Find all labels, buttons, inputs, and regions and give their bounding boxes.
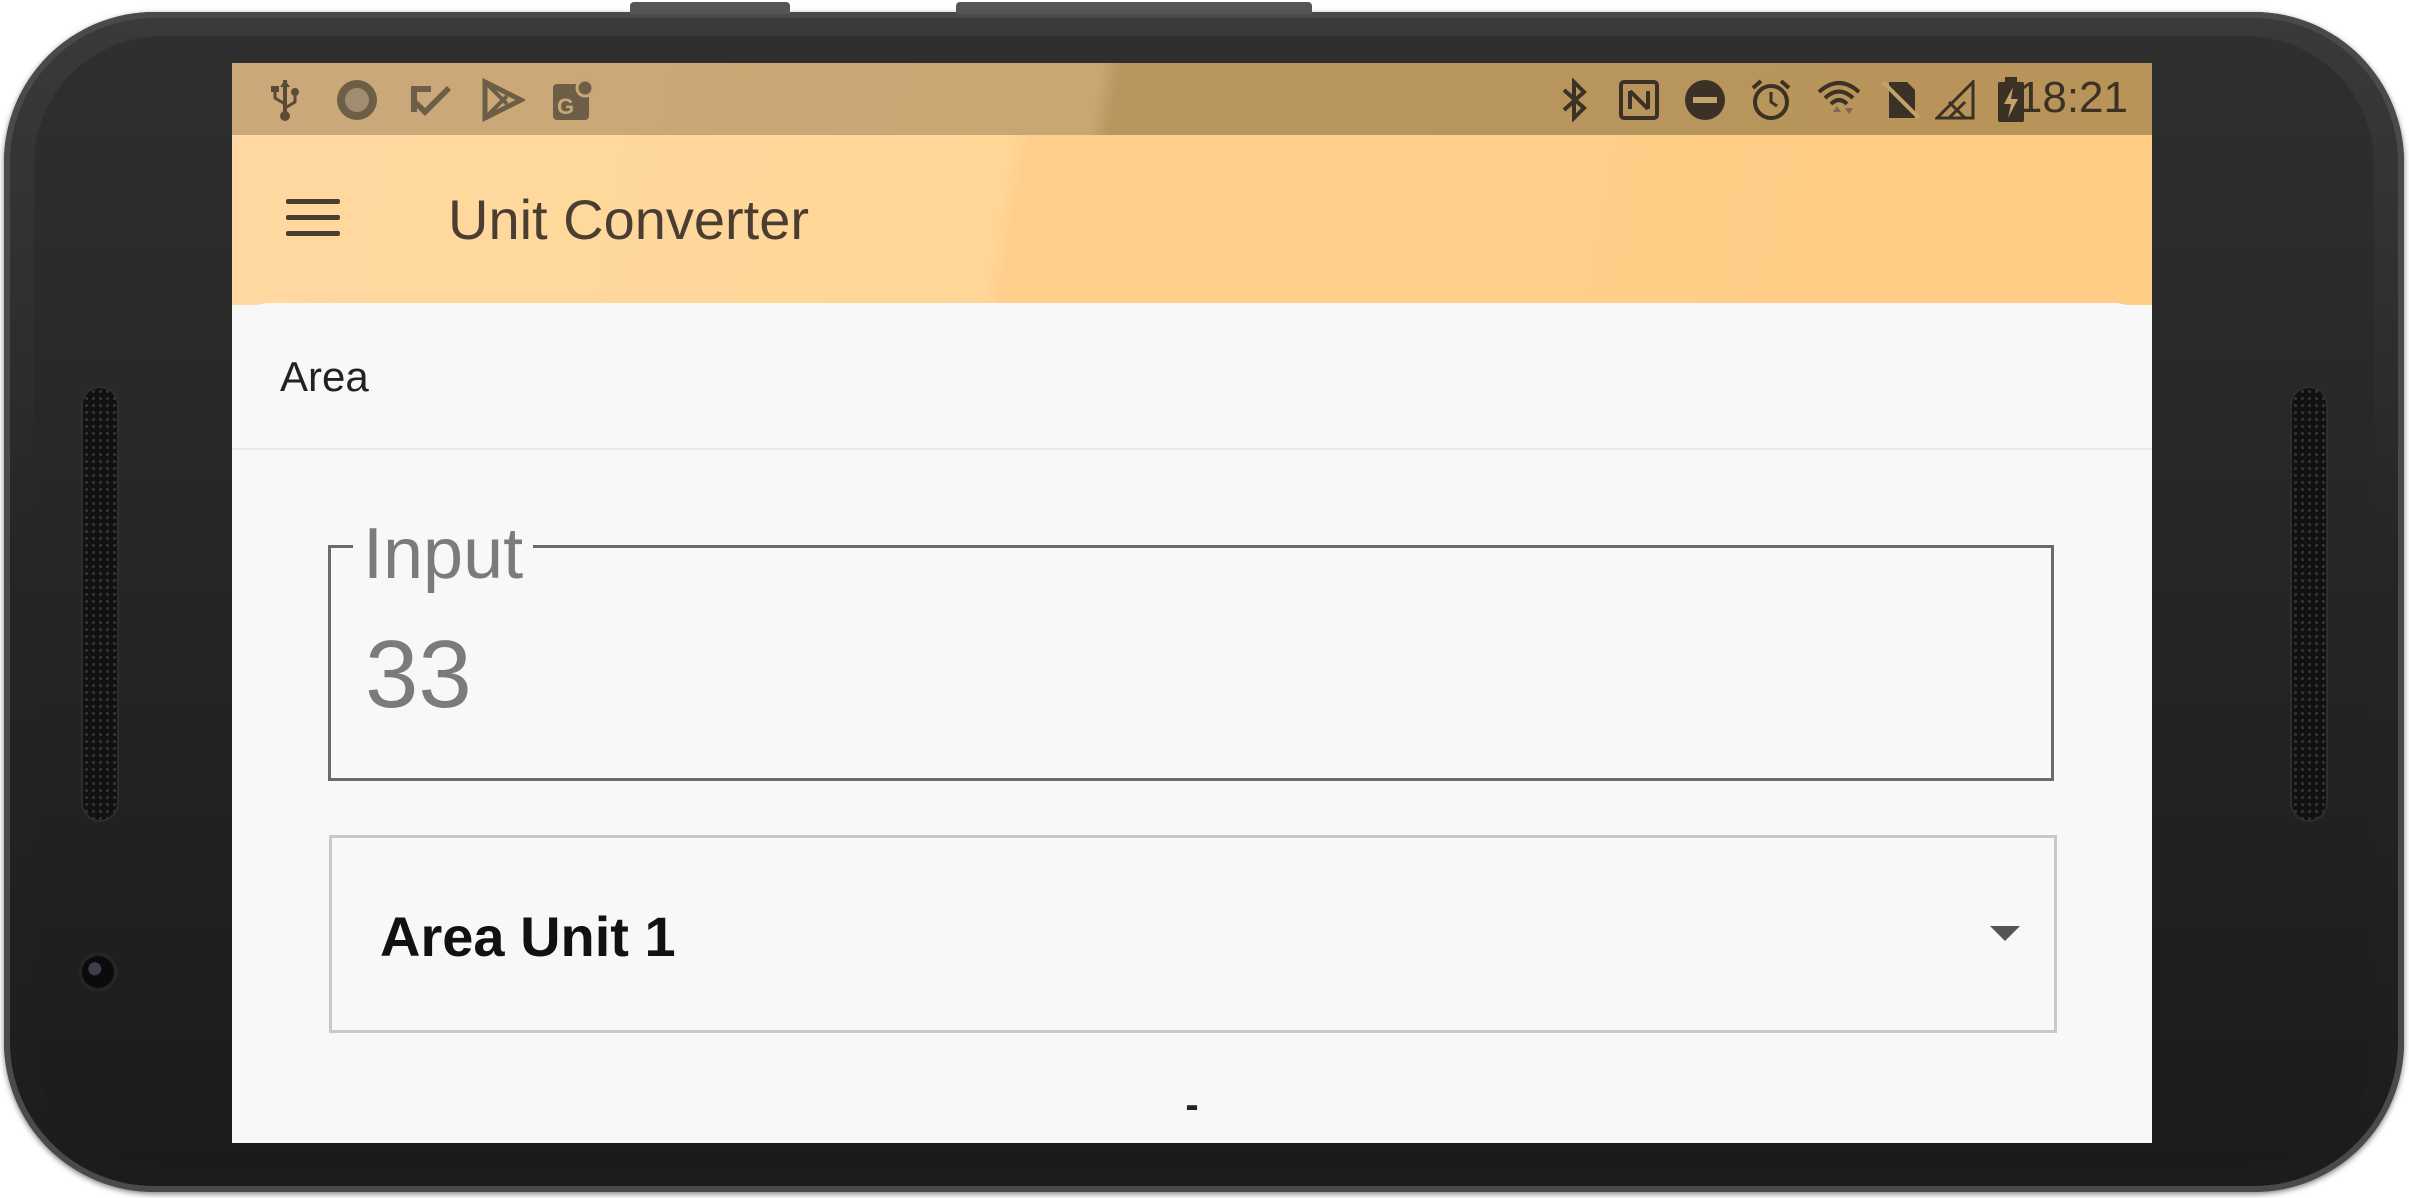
wifi-icon xyxy=(1816,77,1862,123)
maps-icon: G xyxy=(550,77,596,123)
status-bar: G 18:21 xyxy=(232,63,2152,135)
unit-dropdown[interactable]: Area Unit 1 xyxy=(329,835,2057,1033)
input-value[interactable] xyxy=(365,620,1965,730)
hamburger-menu-icon[interactable] xyxy=(284,195,344,245)
section-divider xyxy=(232,448,2152,450)
result-text: - xyxy=(1185,1083,1199,1127)
section-title: Area xyxy=(280,353,369,400)
app-title: Unit Converter xyxy=(448,188,810,251)
no-sim-icon xyxy=(1878,77,1924,123)
circle-icon xyxy=(334,77,380,123)
unit-dropdown-value: Area Unit 1 xyxy=(380,905,676,968)
speaker-grille-right xyxy=(2292,388,2326,820)
nfc-icon xyxy=(1616,77,1662,123)
status-clock: 18:21 xyxy=(2017,73,2128,122)
play-store-icon xyxy=(480,77,526,123)
app-bar: Unit Converter xyxy=(232,135,2152,305)
phone-button-top-left xyxy=(630,2,790,14)
phone-button-top-right xyxy=(956,2,1312,14)
input-label: Input xyxy=(353,518,534,590)
dropdown-arrow-icon xyxy=(1990,926,2020,941)
converter-card: Area Input Area Unit 1 - xyxy=(232,303,2152,1143)
speaker-grille-left xyxy=(83,388,117,820)
do-not-disturb-icon xyxy=(1682,77,1728,123)
bluetooth-icon xyxy=(1552,77,1598,123)
front-camera xyxy=(82,956,114,988)
svg-text:G: G xyxy=(557,94,574,119)
usb-icon xyxy=(262,77,308,123)
alarm-icon xyxy=(1748,77,1794,123)
check-icon xyxy=(406,77,452,123)
screen: G 18:21 Unit Converter Area Input 33 Are… xyxy=(232,63,2152,1143)
signal-icon xyxy=(1932,77,1978,123)
input-field[interactable]: Input xyxy=(328,518,2054,781)
